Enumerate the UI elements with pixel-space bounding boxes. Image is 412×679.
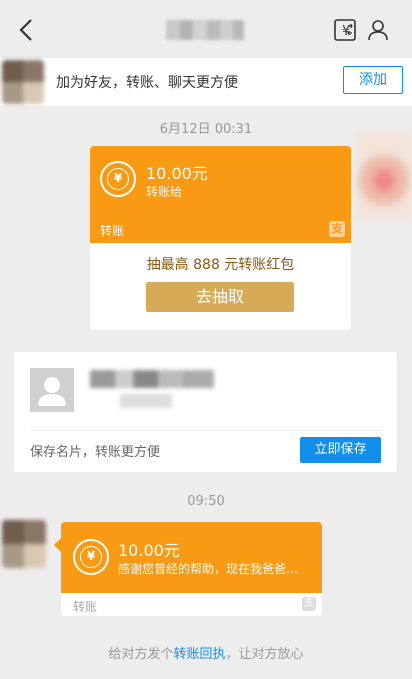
yuan-transfer-icon[interactable]: ¥ bbox=[333, 18, 357, 42]
default-avatar-icon bbox=[30, 368, 74, 412]
bubble-tail bbox=[54, 538, 61, 552]
transfer-note: 感谢您曾经的帮助，现在我爸爸… bbox=[118, 562, 299, 576]
transfer-note: 转账给 bbox=[146, 185, 183, 199]
transfer-amount: 10.00元 bbox=[146, 164, 208, 183]
transfer-card[interactable]: ¥ 10.00元 感谢您曾经的帮助，现在我爸爸… 转账 支 bbox=[61, 522, 322, 616]
receipt-suffix: ，让对方放心 bbox=[225, 647, 304, 662]
add-friend-text: 加为好友，转账、聊天更方便 bbox=[56, 75, 238, 91]
alipay-icon: 支 bbox=[329, 221, 345, 237]
save-card-hint: 保存名片，转账更方便 bbox=[30, 445, 161, 460]
transfer-card-header: ¥ 10.00元 感谢您曾经的帮助，现在我爸爸… bbox=[61, 522, 322, 593]
avatar[interactable] bbox=[356, 132, 412, 220]
transfer-receipt-link[interactable]: 转账回执 bbox=[173, 647, 225, 662]
receipt-hint: 给对方发个转账回执，让对方放心 bbox=[0, 643, 412, 662]
add-friend-bar: 加为好友，转账、聊天更方便 添加 bbox=[0, 58, 412, 106]
transfer-card-header: ¥ 10.00元 转账给 转账 支 bbox=[90, 146, 351, 243]
avatar[interactable] bbox=[2, 520, 46, 568]
transfer-tag: 转账 bbox=[73, 600, 98, 614]
person-icon[interactable] bbox=[367, 18, 391, 42]
yuan-coin-icon: ¥ bbox=[73, 539, 109, 575]
add-friend-button[interactable]: 添加 bbox=[343, 66, 403, 94]
transfer-amount: 10.00元 bbox=[118, 541, 180, 560]
timestamp: 09:50 bbox=[187, 494, 225, 509]
transfer-card[interactable]: ¥ 10.00元 转账给 转账 支 抽最高 888 元转账红包 去抽取 bbox=[90, 146, 351, 330]
transfer-tag: 转账 bbox=[100, 224, 125, 238]
contact-card: 保存名片，转账更方便 立即保存 bbox=[14, 352, 397, 472]
contact-name bbox=[90, 370, 214, 388]
nav-bar: ¥ bbox=[0, 0, 412, 58]
save-now-button[interactable]: 立即保存 bbox=[300, 437, 381, 463]
contact-account bbox=[120, 394, 172, 408]
yuan-coin-icon: ¥ bbox=[100, 161, 136, 197]
red-packet-promo: 抽最高 888 元转账红包 bbox=[146, 257, 295, 273]
timestamp: 6月12日 00:31 bbox=[159, 122, 253, 137]
avatar[interactable] bbox=[2, 60, 44, 104]
draw-red-packet-button[interactable]: 去抽取 bbox=[146, 282, 294, 312]
chat-title bbox=[166, 20, 244, 40]
back-arrow-icon[interactable] bbox=[14, 16, 40, 44]
alipay-icon: 支 bbox=[302, 597, 316, 611]
receipt-prefix: 给对方发个 bbox=[108, 647, 174, 662]
divider bbox=[30, 430, 381, 431]
